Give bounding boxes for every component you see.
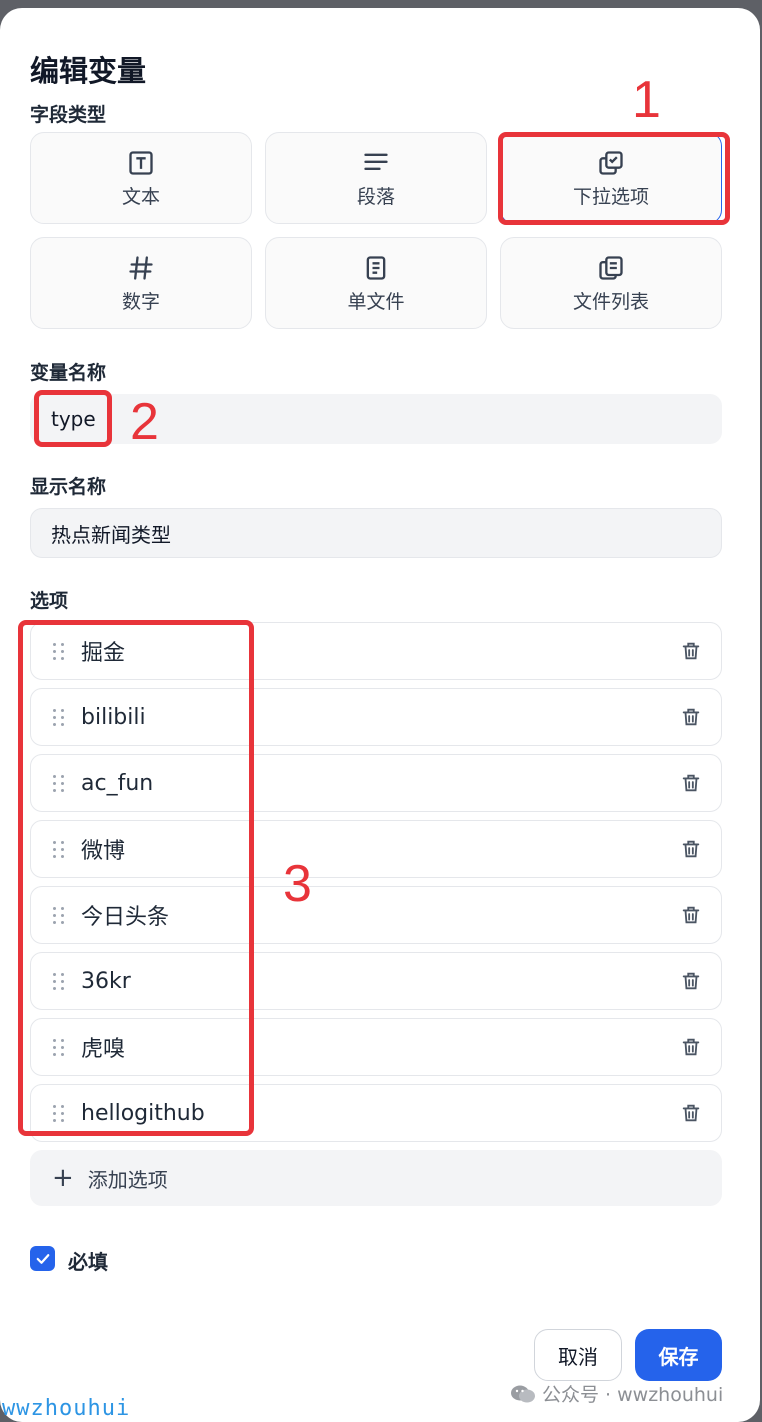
dialog-title: 编辑变量 <box>30 54 147 88</box>
variable-name-label: 变量名称 <box>30 362 107 384</box>
cancel-button[interactable]: 取消 <box>534 1329 622 1381</box>
annotation-number-1: 1 <box>632 71 661 129</box>
options-label: 选项 <box>30 590 69 612</box>
type-option-number[interactable]: 数字 <box>30 237 252 329</box>
delete-option-icon[interactable] <box>679 837 703 861</box>
add-option-button[interactable]: + 添加选项 <box>30 1150 722 1206</box>
type-label: 段落 <box>356 185 395 208</box>
required-checkbox[interactable] <box>30 1246 55 1271</box>
type-label: 文件列表 <box>572 290 649 313</box>
annotation-number-2: 2 <box>130 393 159 451</box>
required-label: 必填 <box>68 1250 108 1274</box>
display-name-input[interactable]: 热点新闻类型 <box>30 508 722 558</box>
type-option-paragraph[interactable]: 段落 <box>265 132 487 224</box>
file-list-icon <box>596 253 626 283</box>
annotation-box-2 <box>34 390 112 447</box>
delete-option-icon[interactable] <box>679 639 703 663</box>
watermark-right-text: 公众号 · wwzhouhui <box>542 1384 724 1406</box>
field-type-label: 字段类型 <box>30 104 107 126</box>
delete-option-icon[interactable] <box>679 771 703 795</box>
type-label: 单文件 <box>347 290 405 313</box>
delete-option-icon[interactable] <box>679 903 703 927</box>
watermark-right: 公众号 · wwzhouhui <box>510 1380 723 1407</box>
delete-option-icon[interactable] <box>679 1035 703 1059</box>
annotation-box-1 <box>498 132 730 225</box>
plus-icon: + <box>52 1163 74 1193</box>
save-button[interactable]: 保存 <box>635 1329 722 1381</box>
check-icon <box>36 1253 49 1264</box>
delete-option-icon[interactable] <box>679 1101 703 1125</box>
wechat-icon <box>511 1385 535 1402</box>
file-icon <box>361 253 391 283</box>
text-type-icon <box>126 148 156 178</box>
type-option-file-list[interactable]: 文件列表 <box>500 237 722 329</box>
type-option-text[interactable]: 文本 <box>30 132 252 224</box>
type-option-single-file[interactable]: 单文件 <box>265 237 487 329</box>
type-label: 文本 <box>121 185 160 208</box>
add-option-label: 添加选项 <box>87 1167 168 1192</box>
delete-option-icon[interactable] <box>679 705 703 729</box>
display-name-label: 显示名称 <box>30 476 107 498</box>
paragraph-icon <box>361 148 391 178</box>
type-label: 数字 <box>121 290 160 313</box>
hash-icon <box>126 253 156 283</box>
annotation-box-3 <box>18 620 254 1136</box>
delete-option-icon[interactable] <box>679 969 703 993</box>
watermark-left: wwzhouhui <box>2 1396 131 1421</box>
annotation-number-3: 3 <box>283 855 312 913</box>
